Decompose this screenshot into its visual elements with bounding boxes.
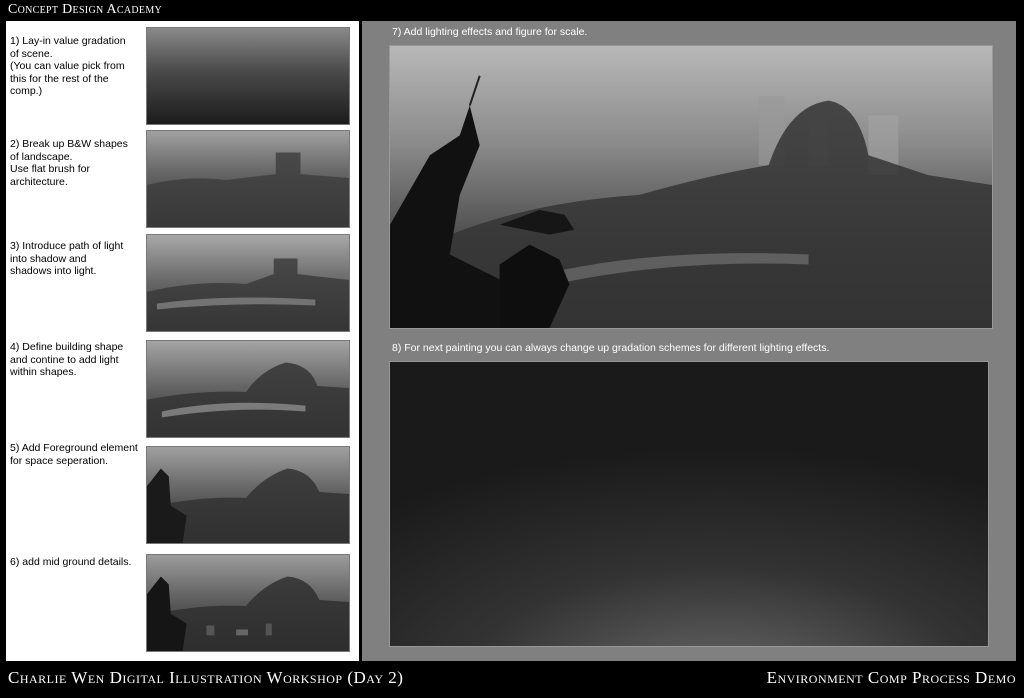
- step-5-description: Add Foreground element for space seperat…: [10, 442, 138, 467]
- step-4-description: Define building shape and contine to add…: [10, 341, 124, 378]
- main-panel: 7) Add lighting effects and figure for s…: [362, 21, 1016, 661]
- final-painting: [389, 45, 993, 329]
- step-3-text: 3) Introduce path of light into shadow a…: [10, 240, 142, 278]
- steps-panel: 1) Lay-in value gradation of scene. (You…: [6, 21, 359, 661]
- step-1-number: 1): [10, 35, 20, 47]
- step-3-number: 3): [10, 240, 20, 252]
- step-2-description: Break up B&W shapes of landscape. Use fl…: [10, 138, 128, 188]
- step-3-description: Introduce path of light into shadow and …: [10, 240, 124, 277]
- step-7-caption: 7) Add lighting effects and figure for s…: [392, 26, 588, 38]
- step-1-thumbnail: [146, 27, 350, 125]
- step-6-description: add mid ground details.: [22, 556, 132, 568]
- gradation-canvas: [389, 361, 989, 647]
- step-2-thumbnail: [146, 130, 350, 228]
- step-8-caption: 8) For next painting you can always chan…: [392, 342, 830, 354]
- step-6-text: 6) add mid ground details.: [10, 556, 142, 569]
- step-1-text: 1) Lay-in value gradation of scene. (You…: [10, 35, 142, 98]
- step-1-description: Lay-in value gradation of scene. (You ca…: [10, 35, 126, 97]
- step-2-text: 2) Break up B&W shapes of landscape. Use…: [10, 138, 142, 188]
- step-4-thumbnail: [146, 340, 350, 438]
- step-2-number: 2): [10, 138, 20, 150]
- step-6-thumbnail: [146, 554, 350, 652]
- step-3-thumbnail: [146, 234, 350, 332]
- step-4-number: 4): [10, 341, 20, 353]
- step-6-number: 6): [10, 556, 20, 568]
- footer-workshop-title: Charlie Wen Digital Illustration Worksho…: [8, 668, 404, 687]
- step-4-text: 4) Define building shape and contine to …: [10, 341, 142, 379]
- step-5-number: 5): [10, 442, 20, 454]
- step-5-thumbnail: [146, 446, 350, 544]
- step-5-text: 5) Add Foreground element for space sepe…: [10, 442, 142, 467]
- footer-demo-title: Environment Comp Process Demo: [766, 668, 1016, 687]
- header-title: Concept Design Academy: [8, 2, 163, 17]
